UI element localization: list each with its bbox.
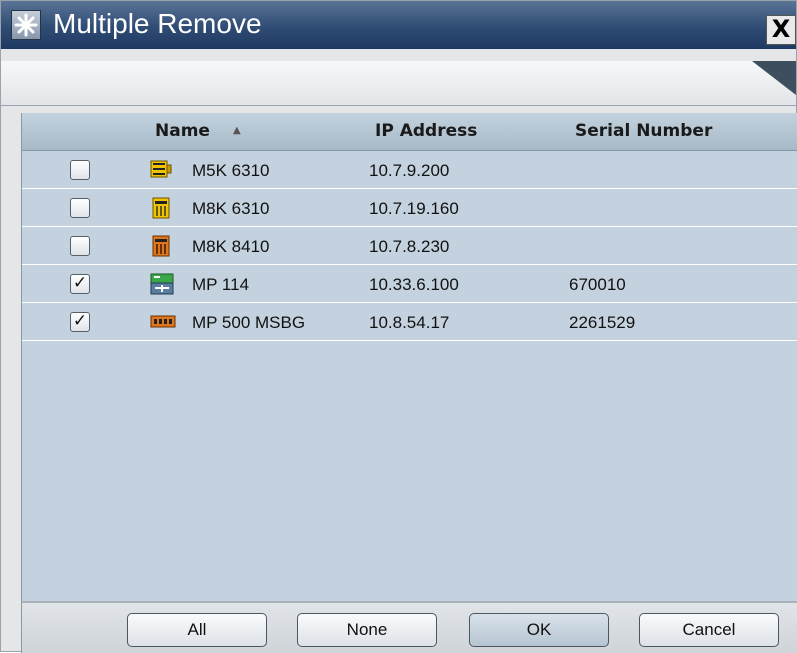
row-checkbox[interactable]: ✓ [70, 274, 90, 294]
app-star-icon [11, 10, 41, 40]
device-ip: 10.7.8.230 [369, 237, 450, 256]
close-button[interactable]: X [766, 15, 796, 45]
table-header: Name ▲ IP Address Serial Number [22, 113, 797, 151]
device-ip: 10.7.19.160 [369, 199, 459, 218]
device-name: MP 500 MSBG [192, 313, 306, 332]
button-bar: All None OK Cancel [21, 601, 797, 653]
ok-button[interactable]: OK [469, 613, 609, 647]
toolbar-corner-decoration [752, 61, 796, 95]
table-row[interactable]: ✓ MP 114 10.33.6.100 670010 [22, 265, 797, 303]
yellow-rack-device-icon [150, 159, 172, 179]
device-ip: 10.7.9.200 [369, 161, 450, 180]
green-gateway-device-icon [150, 273, 174, 295]
device-name: M5K 6310 [192, 161, 270, 180]
column-header-ip-address[interactable]: IP Address [375, 121, 477, 141]
device-ip: 10.33.6.100 [369, 275, 459, 294]
title-bar[interactable]: Multiple Remove X [1, 1, 796, 49]
device-ip: 10.8.54.17 [369, 313, 450, 332]
orange-router-device-icon [150, 311, 176, 331]
row-checkbox[interactable] [70, 160, 90, 180]
yellow-chassis-device-icon [150, 197, 172, 219]
row-checkbox[interactable] [70, 236, 90, 256]
multiple-remove-dialog: Multiple Remove X Name ▲ IP Address Seri… [0, 0, 797, 653]
row-checkbox[interactable] [70, 198, 90, 218]
select-none-button[interactable]: None [297, 613, 437, 647]
toolbar [1, 61, 796, 106]
cancel-button[interactable]: Cancel [639, 613, 779, 647]
column-header-serial-number[interactable]: Serial Number [575, 121, 712, 141]
table-row[interactable]: M5K 6310 10.7.9.200 [22, 151, 797, 189]
table-row[interactable]: ✓ MP 500 MSBG 10.8.54.17 2261529 [22, 303, 797, 341]
table-row[interactable]: M8K 8410 10.7.8.230 [22, 227, 797, 265]
device-name: M8K 8410 [192, 237, 270, 256]
orange-chassis-device-icon [150, 235, 172, 257]
device-table: Name ▲ IP Address Serial Number M5K 6310… [21, 113, 797, 601]
select-all-button[interactable]: All [127, 613, 267, 647]
device-serial: 2261529 [569, 313, 636, 332]
device-name: MP 114 [192, 275, 250, 294]
column-header-name[interactable]: Name [155, 121, 210, 141]
row-checkbox[interactable]: ✓ [70, 312, 90, 332]
sort-ascending-icon: ▲ [233, 125, 241, 136]
window-title: Multiple Remove [53, 8, 262, 39]
table-row[interactable]: M8K 6310 10.7.19.160 [22, 189, 797, 227]
device-name: M8K 6310 [192, 199, 270, 218]
device-serial: 670010 [569, 275, 626, 294]
